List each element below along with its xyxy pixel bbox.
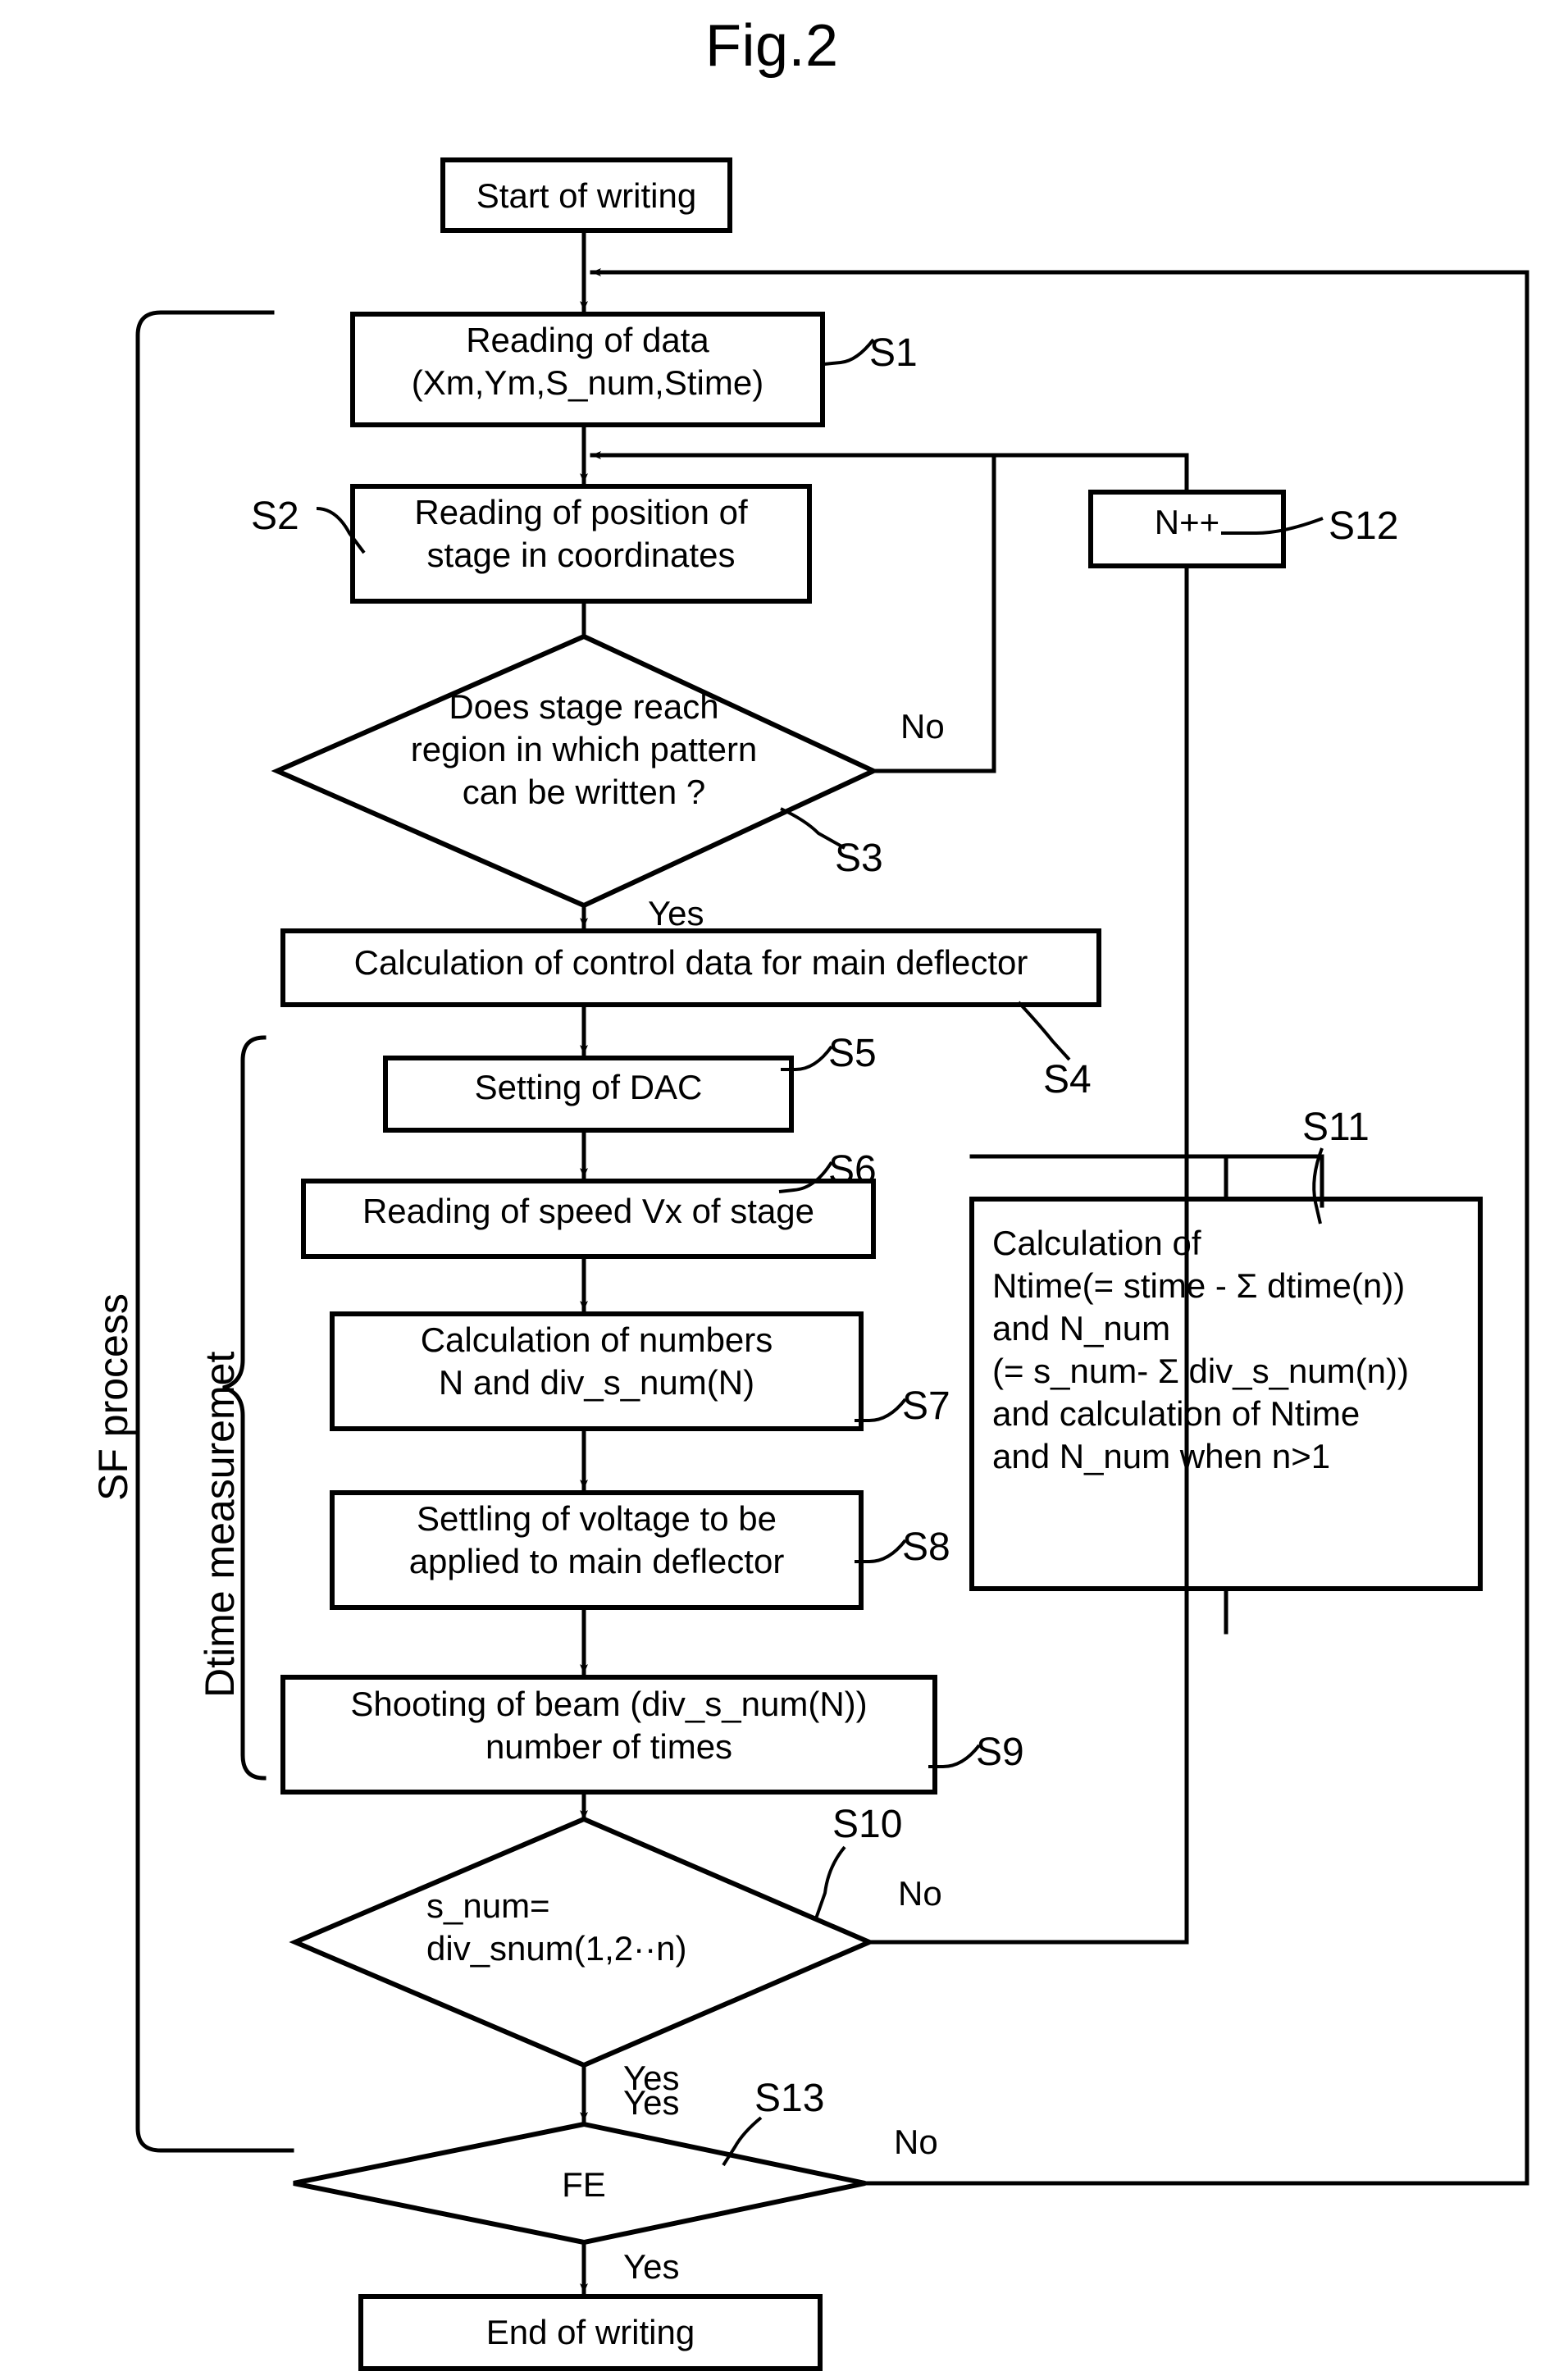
node-s7-label-line1: Calculation of numbers [420, 1320, 773, 1359]
branch-label-s3-yes: Yes [648, 894, 704, 933]
node-s11-label-line5: and calculation of Ntime [992, 1394, 1361, 1433]
edge-s12-to-feed [991, 453, 1189, 495]
leader-s4 [1017, 1001, 1071, 1061]
node-s13-label: FE [562, 2165, 606, 2204]
node-s3-label-line3: can be written ? [462, 773, 706, 811]
node-s8-label-line1: Settling of voltage to be [417, 1499, 777, 1538]
group-label-sf-process: SF process [90, 1293, 136, 1501]
node-s1-label-line2: (Xm,Ym,S_num,Stime) [411, 363, 764, 402]
leader-s3 [780, 807, 846, 850]
leader-s2 [316, 507, 366, 554]
node-s5-label: Setting of DAC [474, 1068, 703, 1106]
node-s9-label-line1: Shooting of beam (div_s_num(N)) [350, 1685, 868, 1723]
node-s10-label-line1: s_num= [426, 1886, 550, 1925]
node-s1-label-line1: Reading of data [466, 321, 709, 359]
node-s11-label-line3: and N_num [992, 1309, 1171, 1348]
node-s7-label-line2: N and div_s_num(N) [438, 1363, 755, 1402]
node-s2-label-line1: Reading of position of [414, 493, 748, 531]
node-s10-label-line2: div_snum(1,2··n) [426, 1929, 687, 1968]
node-end-label: End of writing [485, 2313, 695, 2351]
node-s6-label: Reading of speed Vx of stage [362, 1192, 815, 1230]
node-s3-label-line1: Does stage reach [449, 687, 719, 726]
node-s3-shape [271, 633, 880, 909]
step-ref-s11: S11 [1302, 1106, 1370, 1149]
leader-s13 [722, 2116, 763, 2167]
node-s11-label-line1: Calculation of [992, 1224, 1201, 1262]
step-ref-s10: S10 [832, 1803, 903, 1846]
branch-label-s13-yes-in: Yes [623, 2083, 680, 2122]
leader-s10 [814, 1845, 846, 1922]
node-start-label: Start of writing [476, 176, 697, 215]
step-ref-s4: S4 [1043, 1058, 1092, 1101]
node-s11-label-line2: Ntime(= stime - Σ dtime(n)) [992, 1266, 1406, 1305]
step-ref-s12: S12 [1329, 504, 1399, 548]
leader-s12 [1221, 517, 1324, 535]
node-s4-label: Calculation of control data for main def… [353, 943, 1028, 982]
node-s9-label-line2: number of times [485, 1727, 733, 1766]
leader-s1 [823, 338, 875, 366]
leader-s7 [855, 1398, 907, 1422]
node-s2-label-line2: stage in coordinates [426, 536, 736, 574]
step-ref-s2: S2 [251, 495, 299, 538]
node-s11-label-line6: and N_num when n>1 [992, 1437, 1331, 1475]
leader-s9 [928, 1744, 981, 1768]
node-s3-label-line2: region in which pattern [410, 730, 758, 768]
bracket-sf-process [135, 310, 294, 2153]
figure-canvas: Fig.2 Start of writing Reading of data (… [0, 0, 1568, 2376]
leader-s6 [778, 1161, 833, 1193]
leader-s5 [781, 1045, 833, 1071]
node-s8-label-line2: applied to main deflector [408, 1542, 785, 1580]
branch-label-s13-no: No [894, 2123, 938, 2161]
node-s11-label-line4: (= s_num- Σ div_s_num(n)) [992, 1352, 1409, 1390]
branch-label-s13-yes: Yes [623, 2247, 680, 2286]
figure-title: Fig.2 [705, 13, 839, 79]
branch-label-s10-no: No [898, 1874, 942, 1913]
branch-label-s3-no: No [900, 707, 945, 746]
leader-s11 [1312, 1147, 1324, 1224]
group-label-dtime-measurement: Dtime measuremet [197, 1351, 243, 1698]
leader-s8 [855, 1539, 907, 1563]
